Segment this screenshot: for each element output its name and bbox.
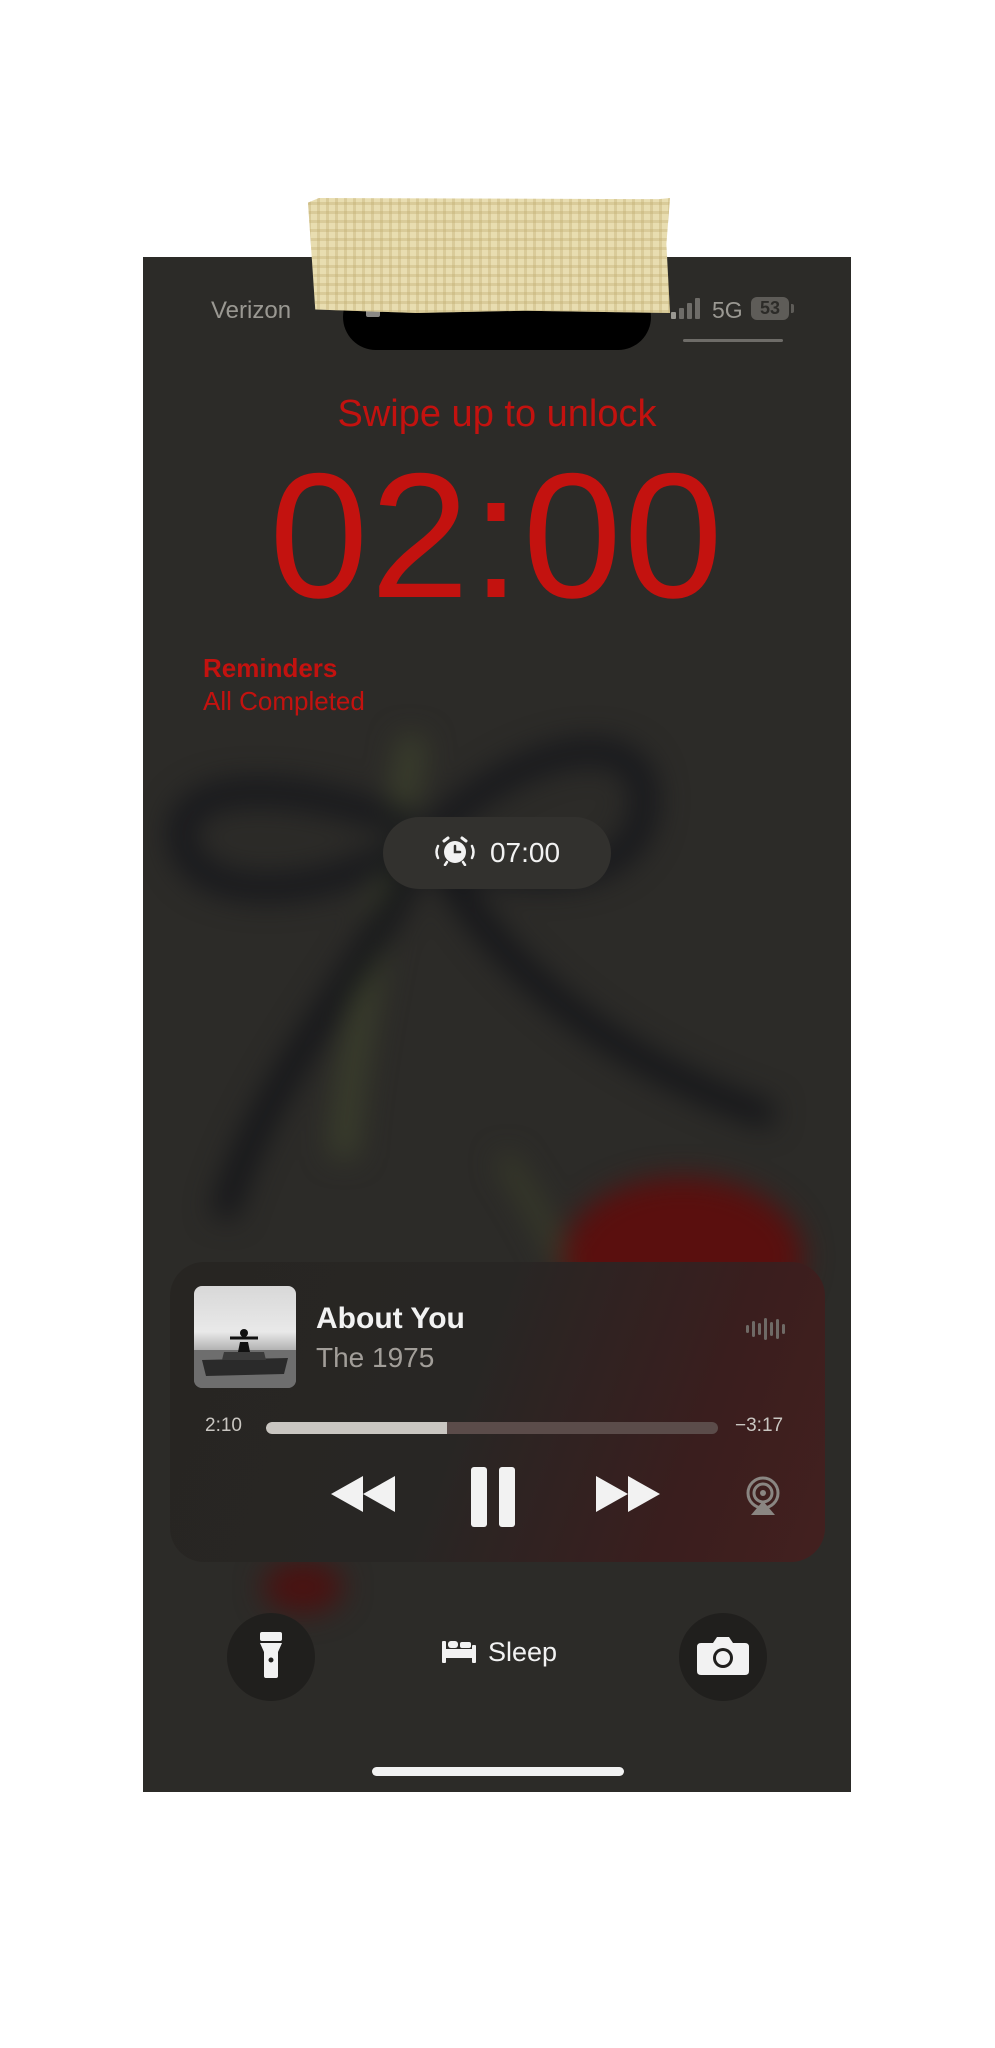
swipe-hint: Swipe up to unlock	[337, 393, 657, 435]
elapsed-time: 2:10	[205, 1415, 242, 1436]
alarm-clock-icon	[434, 836, 476, 871]
cellular-signal-icon	[671, 297, 700, 319]
network-type: 5G	[712, 297, 743, 323]
song-title: About You	[316, 1302, 465, 1335]
battery-tip	[791, 304, 794, 313]
decorative-tape	[308, 198, 670, 313]
camera-button[interactable]	[679, 1613, 767, 1701]
focus-label: Sleep	[488, 1637, 558, 1667]
sleep-focus-indicator[interactable]: Sleep	[442, 1637, 557, 1668]
fast-forward-icon[interactable]	[594, 1472, 662, 1521]
airplay-icon[interactable]	[743, 1475, 783, 1520]
reminders-widget-status[interactable]: All Completed	[203, 686, 365, 717]
now-playing-widget[interactable]: About You The 1975 2:10 −3:17	[170, 1262, 825, 1562]
playback-scrubber[interactable]	[266, 1422, 718, 1434]
artist-name: The 1975	[316, 1342, 435, 1373]
lock-clock: 02:00	[269, 436, 725, 635]
flashlight-icon	[259, 1631, 283, 1683]
rewind-icon[interactable]	[329, 1472, 397, 1521]
waveform-icon[interactable]	[746, 1316, 786, 1347]
playback-progress	[266, 1422, 447, 1434]
carrier-label: Verizon	[211, 297, 292, 324]
control-center-grabber[interactable]	[683, 339, 783, 342]
flashlight-button[interactable]	[227, 1613, 315, 1701]
camera-icon	[697, 1635, 749, 1680]
remaining-time: −3:17	[735, 1415, 784, 1436]
bed-icon	[442, 1637, 476, 1668]
pause-icon[interactable]	[469, 1467, 517, 1532]
alarm-time: 07:00	[489, 837, 561, 868]
album-art[interactable]	[194, 1286, 296, 1388]
home-indicator[interactable]	[372, 1767, 624, 1776]
alarm-widget[interactable]: 07:00	[383, 817, 611, 889]
reminders-widget-title[interactable]: Reminders	[203, 653, 337, 684]
lock-screen: Verizon 5G 53 Swipe up to unlock 02:00 R…	[143, 257, 851, 1792]
battery-icon: 53	[751, 297, 789, 320]
